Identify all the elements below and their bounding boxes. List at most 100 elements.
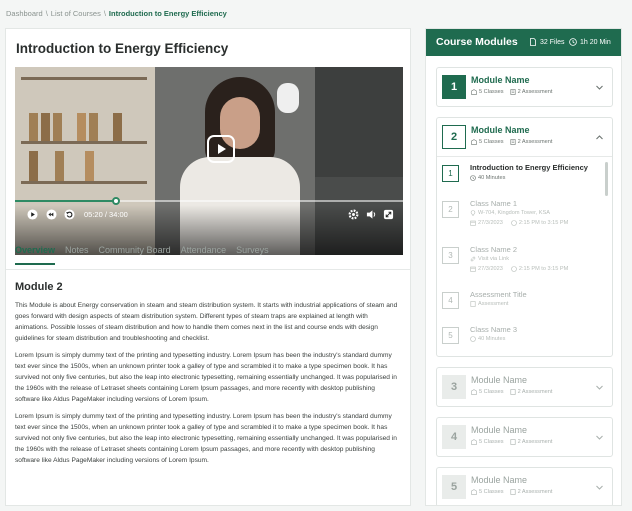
- module-name: Module Name: [471, 75, 530, 85]
- chevron-up-icon[interactable]: [595, 133, 604, 142]
- module-assessments: 2 Assessment: [517, 439, 553, 445]
- module-name: Module Name: [471, 475, 528, 485]
- assessment-icon: [510, 139, 516, 145]
- breadcrumb-list-of-courses[interactable]: List of Courses: [51, 9, 101, 18]
- calendar-icon: [470, 220, 476, 226]
- assessment-icon: [510, 89, 516, 95]
- content-tabs: Overview Notes Community Board Attendanc…: [15, 245, 269, 265]
- lesson-name: Class Name 1: [470, 199, 518, 208]
- lessons-scrollbar[interactable]: [605, 162, 608, 196]
- chevron-down-icon[interactable]: [595, 433, 604, 442]
- module-classes: 5 Classes: [479, 89, 504, 95]
- chevron-down-icon[interactable]: [595, 483, 604, 492]
- module-1[interactable]: 1 Module Name 5 Classes 2 Assessment: [436, 67, 613, 107]
- lesson-name: Class Name 2: [470, 245, 518, 254]
- lorem-paragraph-2: Lorem Ipsum is simply dummy text of the …: [15, 413, 397, 464]
- module-number: 4: [442, 425, 466, 449]
- lesson-duration: 40 Minutes: [478, 336, 506, 342]
- replay-button[interactable]: [64, 209, 75, 220]
- section-title: Module 2: [15, 281, 63, 293]
- clock-icon: [470, 175, 476, 181]
- module-assessments: 2 Assessment: [517, 89, 553, 95]
- tab-notes[interactable]: Notes: [65, 245, 89, 265]
- classes-icon: [471, 389, 477, 395]
- module-number: 3: [442, 375, 466, 399]
- module-name: Module Name: [471, 375, 528, 385]
- assessment-icon: [510, 439, 516, 445]
- lesson-name: Introduction to Energy Efficiency: [470, 163, 588, 172]
- lesson-date: 27/3/2023: [478, 266, 503, 272]
- module-3[interactable]: 3 Module Name 5 Classes 2 Assessment: [436, 367, 613, 407]
- classes-icon: [471, 439, 477, 445]
- assessment-icon: [510, 489, 516, 495]
- tabs-divider: [6, 269, 410, 270]
- clock-icon: [470, 336, 476, 342]
- chevron-down-icon[interactable]: [595, 383, 604, 392]
- tab-attendance[interactable]: Attendance: [181, 245, 227, 265]
- tab-overview[interactable]: Overview: [15, 245, 56, 265]
- description-paragraph: This Module is about Energy conservation…: [15, 302, 398, 342]
- play-button[interactable]: [207, 135, 235, 163]
- lesson-date: 27/3/2023: [478, 220, 503, 226]
- module-classes: 5 Classes: [479, 389, 504, 395]
- rewind-icon: [46, 209, 57, 220]
- clock-icon: [511, 220, 517, 226]
- play-pause-button[interactable]: [27, 209, 38, 220]
- lesson-duration: 40 Minutes: [478, 175, 506, 181]
- lesson-number: 2: [442, 201, 459, 218]
- lesson-item-2[interactable]: 2 Class Name 1 W-704, Kingdom Tower, KSA…: [442, 196, 602, 232]
- module-2[interactable]: 2 Module Name 5 Classes 2 Assessment 1 I…: [436, 117, 613, 357]
- classes-icon: [471, 489, 477, 495]
- breadcrumb-dashboard[interactable]: Dashboard: [6, 9, 43, 18]
- module-name: Module Name: [471, 425, 528, 435]
- total-duration: 1h 20 Min: [580, 38, 611, 46]
- tab-community-board[interactable]: Community Board: [99, 245, 171, 265]
- module-5[interactable]: 5 Module Name 5 Classes 2 Assessment: [436, 467, 613, 505]
- module-classes: 5 Classes: [479, 139, 504, 145]
- assessment-icon: [470, 301, 476, 307]
- module-4[interactable]: 4 Module Name 5 Classes 2 Assessment: [436, 417, 613, 457]
- fullscreen-button[interactable]: [383, 209, 394, 220]
- lesson-number: 4: [442, 292, 459, 309]
- breadcrumb-separator: \: [45, 9, 48, 18]
- breadcrumb-current: Introduction to Energy Efficiency: [108, 9, 227, 18]
- module-number: 2: [442, 125, 466, 149]
- course-content-panel: Introduction to Energy Efficiency 05:20 …: [5, 28, 411, 506]
- lesson-name: Assessment Title: [470, 290, 527, 299]
- page-title: Introduction to Energy Efficiency: [16, 41, 229, 56]
- volume-button[interactable]: [366, 209, 377, 220]
- lesson-number: 5: [442, 327, 459, 344]
- lesson-number: 1: [442, 165, 459, 182]
- lesson-location[interactable]: Visit via Link: [478, 256, 509, 262]
- volume-icon: [366, 210, 376, 219]
- location-pin-icon: [470, 210, 476, 216]
- lesson-item-5[interactable]: 5 Class Name 3 40 Minutes: [442, 322, 602, 358]
- classes-icon: [471, 139, 477, 145]
- lesson-item-3[interactable]: 3 Class Name 2 Visit via Link 27/3/2023 …: [442, 242, 602, 278]
- clock-icon: [511, 266, 517, 272]
- assessment-icon: [510, 389, 516, 395]
- file-icon: [530, 38, 536, 46]
- lesson-item-4[interactable]: 4 Assessment Title Assessment: [442, 287, 602, 323]
- video-time: 05:20 / 34:00: [84, 210, 128, 219]
- play-icon: [218, 144, 226, 154]
- lesson-name: Class Name 3: [470, 325, 518, 334]
- link-icon: [470, 256, 476, 262]
- module-assessments: 2 Assessment: [517, 139, 553, 145]
- sidebar-header: Course Modules 32 Files 1h 20 Min: [426, 29, 621, 56]
- lesson-number: 3: [442, 247, 459, 264]
- chevron-down-icon[interactable]: [595, 83, 604, 92]
- replay-icon: [64, 209, 75, 220]
- calendar-icon: [470, 266, 476, 272]
- module-assessments: 2 Assessment: [517, 489, 553, 495]
- video-player[interactable]: 05:20 / 34:00: [15, 67, 403, 255]
- progress-handle[interactable]: [111, 197, 120, 205]
- video-progress-bar[interactable]: [15, 197, 403, 205]
- module-number: 1: [442, 75, 466, 99]
- rewind-button[interactable]: [46, 209, 57, 220]
- module-assessments: 2 Assessment: [517, 389, 553, 395]
- lorem-paragraph-1: Lorem Ipsum is simply dummy text of the …: [15, 352, 397, 403]
- settings-button[interactable]: [348, 209, 359, 220]
- lesson-item-1[interactable]: 1 Introduction to Energy Efficiency 40 M…: [442, 160, 602, 196]
- tab-surveys[interactable]: Surveys: [236, 245, 269, 265]
